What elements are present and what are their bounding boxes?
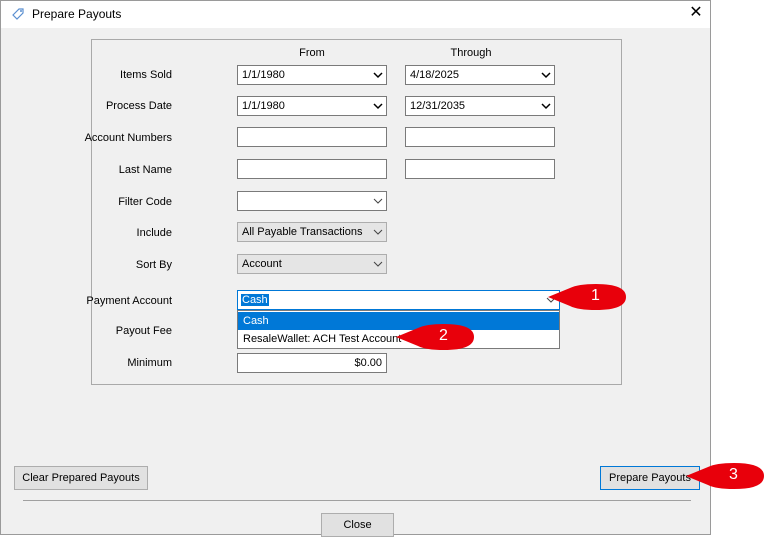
items-sold-from-select[interactable]: 1/1/1980 [237, 65, 387, 85]
chevron-down-icon [373, 260, 383, 268]
items-sold-through-select[interactable]: 4/18/2025 [405, 65, 555, 85]
payment-account-value: Cash [241, 294, 269, 306]
callout-1-number: 1 [591, 287, 600, 304]
from-header: From [299, 47, 325, 59]
filter-code-label: Filter Code [118, 196, 172, 208]
process-date-from-value: 1/1/1980 [242, 100, 285, 112]
last-name-through-input[interactable] [405, 159, 555, 179]
account-numbers-through-input[interactable] [405, 127, 555, 147]
process-date-label: Process Date [105, 100, 172, 112]
payment-account-label: Payment Account [86, 295, 172, 307]
filter-code-select[interactable] [237, 191, 387, 211]
callout-3-number: 3 [729, 466, 738, 483]
sort-by-value: Account [242, 258, 282, 270]
chevron-down-icon [541, 102, 551, 110]
include-label: Include [136, 227, 172, 239]
chevron-down-icon [373, 228, 383, 236]
clear-prepared-payouts-button[interactable]: Clear Prepared Payouts [14, 466, 148, 490]
chevron-down-icon [373, 102, 383, 110]
callout-1: 1 [548, 282, 628, 315]
window-title: Prepare Payouts [32, 7, 122, 21]
payout-fee-label: Payout Fee [115, 325, 172, 337]
title-bar: Prepare Payouts ✕ [1, 1, 710, 28]
items-sold-label: Items Sold [120, 69, 172, 81]
sort-by-label: Sort By [135, 259, 172, 271]
through-header: Through [450, 47, 492, 59]
callout-2-number: 2 [439, 327, 448, 344]
include-value: All Payable Transactions [242, 226, 363, 238]
include-select[interactable]: All Payable Transactions [237, 222, 387, 242]
last-name-from-input[interactable] [237, 159, 387, 179]
prepare-payouts-window: Prepare Payouts ✕ From Through Items Sol… [0, 0, 711, 537]
callout-3: 3 [686, 461, 765, 494]
process-date-from-select[interactable]: 1/1/1980 [237, 96, 387, 116]
account-numbers-from-input[interactable] [237, 127, 387, 147]
divider [23, 500, 691, 501]
items-sold-from-value: 1/1/1980 [242, 69, 285, 81]
close-icon[interactable]: ✕ [687, 4, 705, 22]
sort-by-select[interactable]: Account [237, 254, 387, 274]
chevron-down-icon [541, 71, 551, 79]
callout-2: 2 [396, 322, 476, 355]
items-sold-through-value: 4/18/2025 [410, 69, 459, 81]
payment-account-select[interactable]: Cash [237, 290, 560, 310]
chevron-down-icon [373, 71, 383, 79]
account-numbers-label: Account Numbers [84, 132, 172, 144]
process-date-through-value: 12/31/2035 [410, 100, 466, 112]
minimum-label: Minimum [127, 357, 172, 369]
tag-icon [11, 7, 25, 21]
prepare-payouts-button[interactable]: Prepare Payouts [600, 466, 700, 490]
process-date-through-select[interactable]: 12/31/2035 [405, 96, 555, 116]
close-button[interactable]: Close [321, 513, 394, 537]
minimum-input[interactable]: $0.00 [237, 353, 387, 373]
chevron-down-icon [373, 197, 383, 205]
last-name-label: Last Name [118, 164, 172, 176]
